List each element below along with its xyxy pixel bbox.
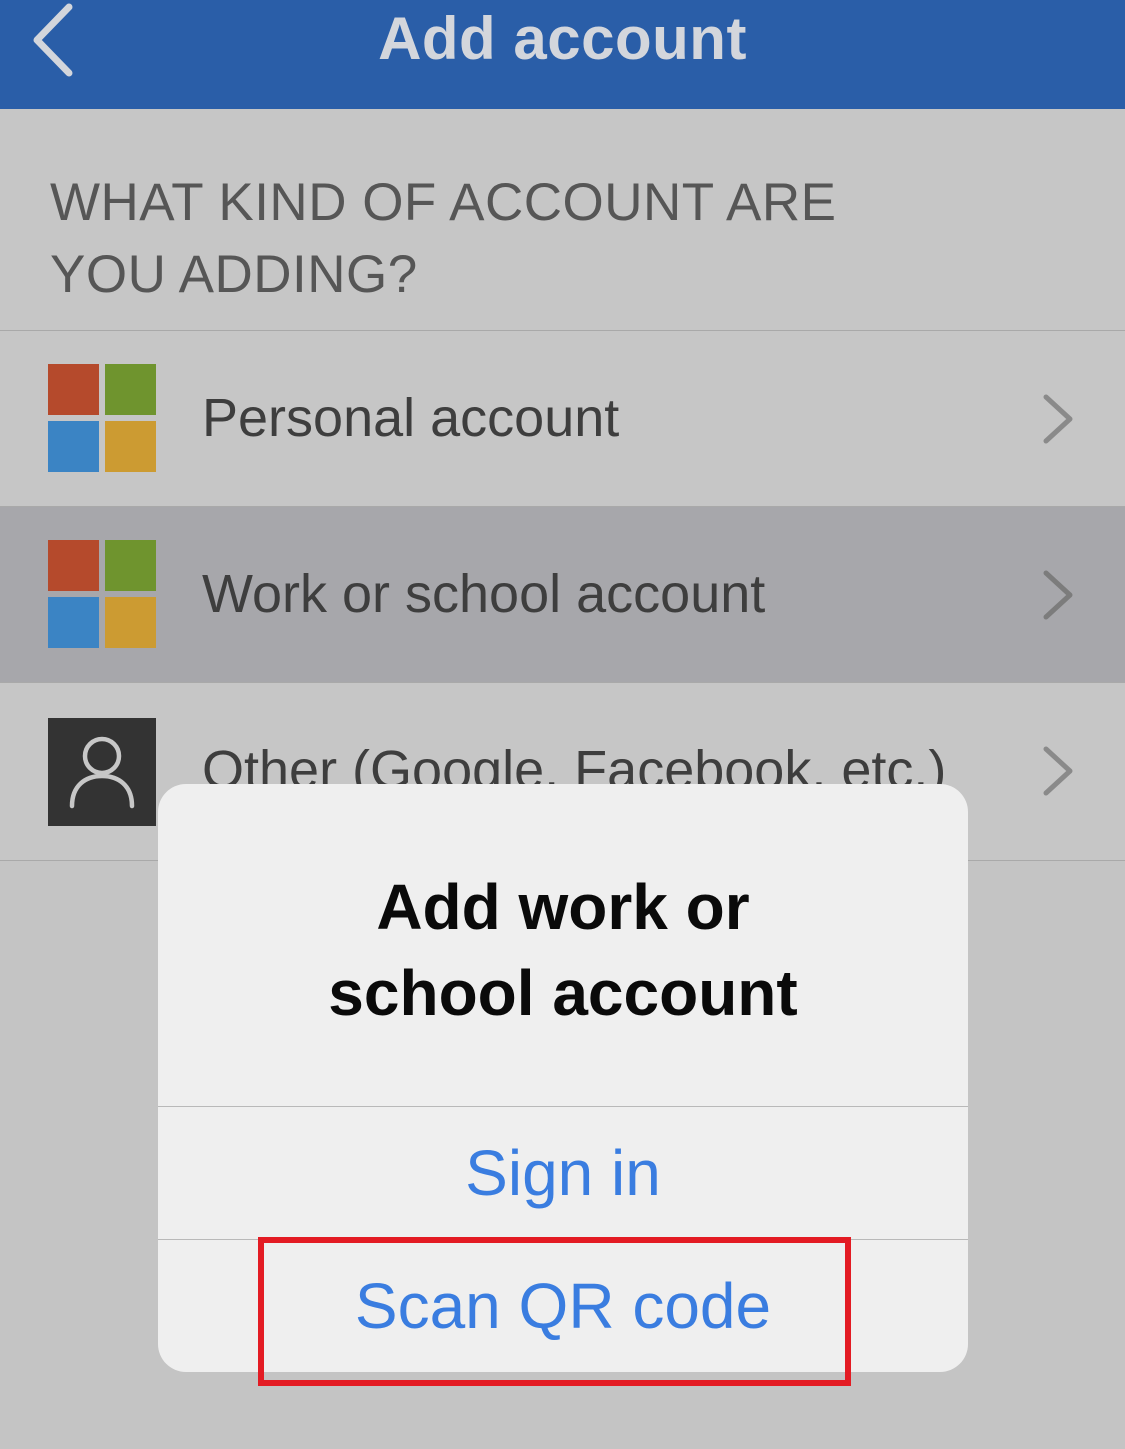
chevron-right-icon bbox=[1043, 746, 1073, 796]
section-header: WHAT KIND OF ACCOUNT ARE YOU ADDING? bbox=[0, 109, 1125, 331]
alert-dialog: Add work or school account Sign in Scan … bbox=[158, 784, 968, 1372]
alert-title-line-2: school account bbox=[328, 957, 798, 1029]
microsoft-logo-icon bbox=[48, 364, 156, 472]
list-item-work-account[interactable]: Work or school account bbox=[0, 507, 1125, 683]
section-header-text: WHAT KIND OF ACCOUNT ARE YOU ADDING? bbox=[50, 173, 837, 304]
list-item-personal-account[interactable]: Personal account bbox=[0, 331, 1125, 507]
person-icon bbox=[48, 718, 156, 826]
microsoft-logo-icon bbox=[48, 540, 156, 648]
list-item-label: Work or school account bbox=[202, 564, 766, 624]
alert-title: Add work or school account bbox=[158, 864, 968, 1036]
chevron-right-icon bbox=[1043, 570, 1073, 620]
chevron-right-icon bbox=[1043, 394, 1073, 444]
nav-bar: Add account bbox=[0, 0, 1125, 109]
page-title: Add account bbox=[378, 5, 747, 72]
alert-title-line-1: Add work or bbox=[376, 871, 750, 943]
list-item-label: Personal account bbox=[202, 388, 620, 448]
sign-in-button[interactable]: Sign in bbox=[158, 1107, 968, 1239]
screen: Add account WHAT KIND OF ACCOUNT ARE YOU… bbox=[0, 0, 1125, 1449]
scan-qr-code-button[interactable]: Scan QR code bbox=[158, 1240, 968, 1372]
